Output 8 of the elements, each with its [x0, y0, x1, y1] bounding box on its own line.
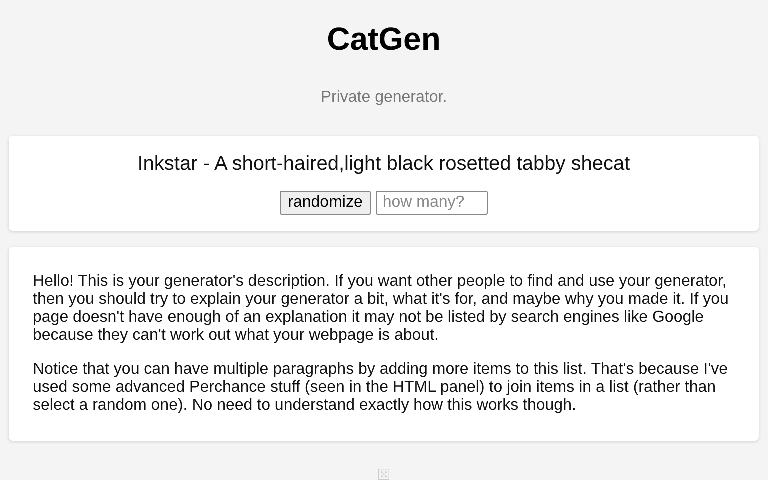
site-title: CatGen [327, 20, 441, 58]
description-paragraph: Notice that you can have multiple paragraphs by adding more items to this list. That's because I've used some advanced Perchance stuff (seen in the HTML panel) to join items in a list (rather than select a random one). No need to understand exactly how this works though. [33, 361, 730, 415]
count-field[interactable]: how many? [376, 191, 488, 215]
randomize-button[interactable]: randomize [280, 191, 371, 215]
dice-icon [376, 469, 392, 480]
generated-text: Inkstar - A short-haired,light black rosetted tabby shecat [138, 152, 630, 176]
description-paragraph: Hello! This is your generator's description. If you want other people to find and use your generator, then you should try to explain your generator a bit, what it's for, and maybe why you made it. If you page doesn't have enough of an explanation it may not be listed by search engines like Google because they can't work out what your webpage is about. [33, 273, 730, 345]
site-subtitle: Private generator. [320, 88, 448, 108]
